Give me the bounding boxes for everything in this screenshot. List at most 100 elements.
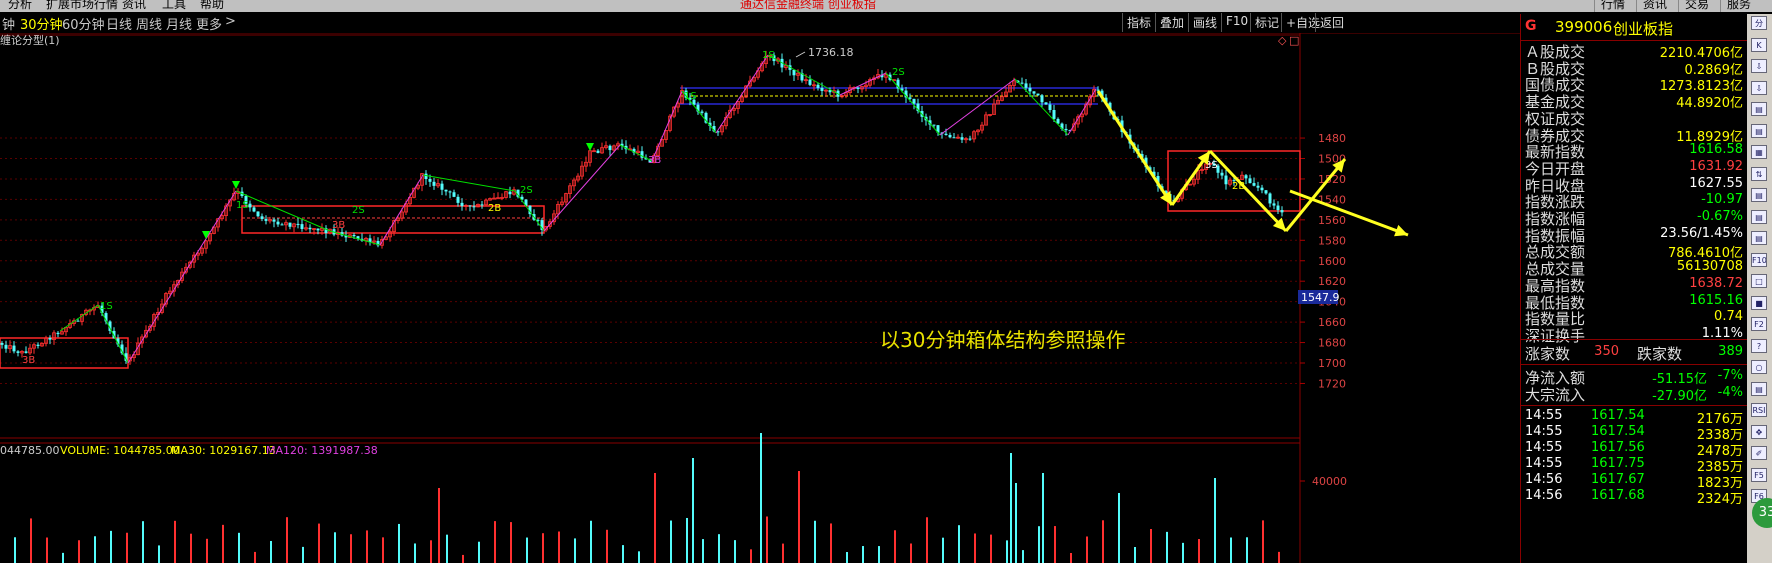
side-tool-icon[interactable]: F5	[1751, 467, 1767, 482]
chan-label: 3B	[648, 155, 661, 166]
tick-price: 1617.56	[1591, 440, 1645, 455]
volume-bar	[846, 552, 848, 563]
side-tool-icon[interactable]: ▤	[1751, 123, 1767, 138]
chan-labels: 1S1S 2S2S1S2S3B3B2B3B1S3S2B	[22, 50, 1245, 366]
period-tab-weekly[interactable]: 周线	[136, 14, 162, 33]
period-tab-daily[interactable]: 日线	[106, 14, 132, 33]
side-tool-icon[interactable]: ⇅	[1751, 166, 1767, 181]
candle-body	[248, 203, 252, 208]
volume-bar	[766, 516, 768, 563]
volume-bar	[1006, 540, 1008, 563]
side-tool-icon[interactable]: ✐	[1751, 446, 1767, 460]
chart-maximize-icon[interactable]: □	[1289, 34, 1299, 47]
chan-stroke	[839, 72, 887, 96]
breadth-row: 涨家数 350 跌家数 389	[1525, 343, 1743, 363]
axis-tick-label: 1620	[1318, 275, 1346, 288]
side-tool-icon[interactable]: ▤	[1751, 381, 1767, 396]
tab-service[interactable]: 服务	[1720, 0, 1757, 12]
side-tool-icon[interactable]: 分	[1751, 16, 1767, 30]
chevron-right-icon[interactable]: >	[225, 14, 236, 29]
quote-value: 0.74	[1714, 309, 1743, 325]
candle-body	[452, 192, 456, 197]
candle-body	[276, 221, 280, 225]
toolbar-draw-button[interactable]: 画线	[1188, 13, 1221, 32]
period-tab-monthly[interactable]: 月线	[166, 14, 192, 33]
flow-value: -27.90亿	[1652, 389, 1707, 404]
chan-stroke	[543, 144, 621, 232]
flow-row: 大宗流入 -27.90亿 -4%	[1525, 384, 1743, 404]
toolbar-indicator-button[interactable]: 指标	[1122, 13, 1155, 32]
toolbar-overlay-button[interactable]: 叠加	[1155, 13, 1188, 32]
side-tool-icon[interactable]: ■	[1751, 295, 1767, 310]
side-tool-icon[interactable]: □	[1751, 274, 1767, 288]
top-menu-bar: 分析 扩展市场行情 资讯 工具 帮助 通达信金融终端 创业板指 行情 资讯 交易…	[0, 0, 1772, 12]
tab-quotes[interactable]: 行情	[1594, 0, 1631, 12]
toolbar-f10-button[interactable]: F10	[1221, 13, 1252, 32]
side-tool-icon[interactable]: ⇩	[1751, 59, 1767, 73]
divider	[1521, 405, 1747, 406]
menu-extended-market[interactable]: 扩展市场行情	[46, 0, 118, 12]
quote-value: -10.97	[1701, 192, 1743, 208]
up-count-label: 涨家数	[1525, 345, 1571, 363]
volume-axis: 40000	[1300, 475, 1347, 488]
period-tab-60min[interactable]: 60分钟	[62, 14, 105, 33]
promo-title: 通达信金融终端 创业板指	[740, 0, 876, 11]
side-tool-icon[interactable]: RSI	[1751, 403, 1767, 417]
axis-tick-label: 1660	[1318, 316, 1346, 329]
side-tool-icon[interactable]: ▤	[1751, 231, 1767, 245]
chart-diamond-icon[interactable]: ◇	[1278, 34, 1287, 47]
period-tab-30min[interactable]: 30分钟	[20, 14, 63, 33]
side-tool-icon[interactable]: ▦	[1751, 145, 1767, 159]
kline-chart[interactable]: 缠论分型(1) ◇ □ 1720170016801660164016201600…	[0, 33, 1520, 563]
volume-bar	[430, 540, 432, 563]
volume-bar	[718, 534, 720, 563]
side-tool-icon[interactable]: ?	[1751, 338, 1767, 353]
chan-stroke	[715, 54, 769, 134]
volume-bar	[286, 517, 288, 563]
menu-help[interactable]: 帮助	[200, 0, 224, 12]
volume-bar	[30, 518, 32, 563]
arrow-line	[1289, 189, 1409, 237]
side-tool-icon[interactable]: F10	[1751, 252, 1767, 267]
candle-body	[16, 351, 20, 353]
candle-body	[296, 223, 300, 225]
down-count: 389	[1718, 344, 1743, 359]
quote-value: 23.56/1.45%	[1660, 225, 1743, 241]
side-tool-icon[interactable]: ▤	[1751, 209, 1767, 224]
candle-body	[1028, 87, 1032, 92]
chan-stroke	[127, 190, 237, 364]
period-tab-minute[interactable]: 钟	[2, 14, 15, 33]
chan-stroke	[651, 90, 683, 162]
toolbar-mark-button[interactable]: 标记	[1250, 13, 1283, 32]
chan-label: 1S	[684, 91, 697, 102]
side-tool-icon[interactable]: ✥	[1751, 424, 1767, 439]
toolbar-back-button[interactable]: 返回	[1315, 13, 1348, 32]
candle-body	[1032, 91, 1036, 94]
tick-volume: 2324万	[1696, 492, 1743, 507]
volume-bar	[158, 545, 160, 563]
side-tool-icon[interactable]: ○	[1751, 360, 1767, 374]
volume-bar	[622, 545, 624, 563]
volume-bar	[110, 530, 112, 563]
candle-body	[272, 219, 276, 222]
side-tool-icon[interactable]: ▤	[1751, 188, 1767, 202]
menu-analysis[interactable]: 分析	[8, 0, 32, 12]
side-tool-icon[interactable]: ▤	[1751, 102, 1767, 116]
period-tab-more[interactable]: 更多	[196, 14, 222, 33]
volume-bar	[142, 521, 144, 563]
candle-body	[1268, 193, 1272, 204]
tab-news[interactable]: 资讯	[1636, 0, 1673, 12]
candle-body	[700, 111, 704, 113]
side-tool-icon[interactable]: ⇩	[1751, 80, 1767, 95]
chan-stroke	[767, 54, 841, 96]
side-tool-icon[interactable]: K	[1751, 37, 1767, 52]
menu-news[interactable]: 资讯	[122, 0, 146, 12]
menu-tools[interactable]: 工具	[162, 0, 186, 12]
candle-body	[256, 211, 260, 217]
tab-trade[interactable]: 交易	[1678, 0, 1715, 12]
side-tool-icon[interactable]: F2	[1751, 317, 1767, 331]
tick-time: 14:55	[1525, 424, 1563, 439]
candle-body	[448, 191, 452, 193]
volume-bar	[238, 532, 240, 563]
volume-bar	[670, 520, 672, 563]
